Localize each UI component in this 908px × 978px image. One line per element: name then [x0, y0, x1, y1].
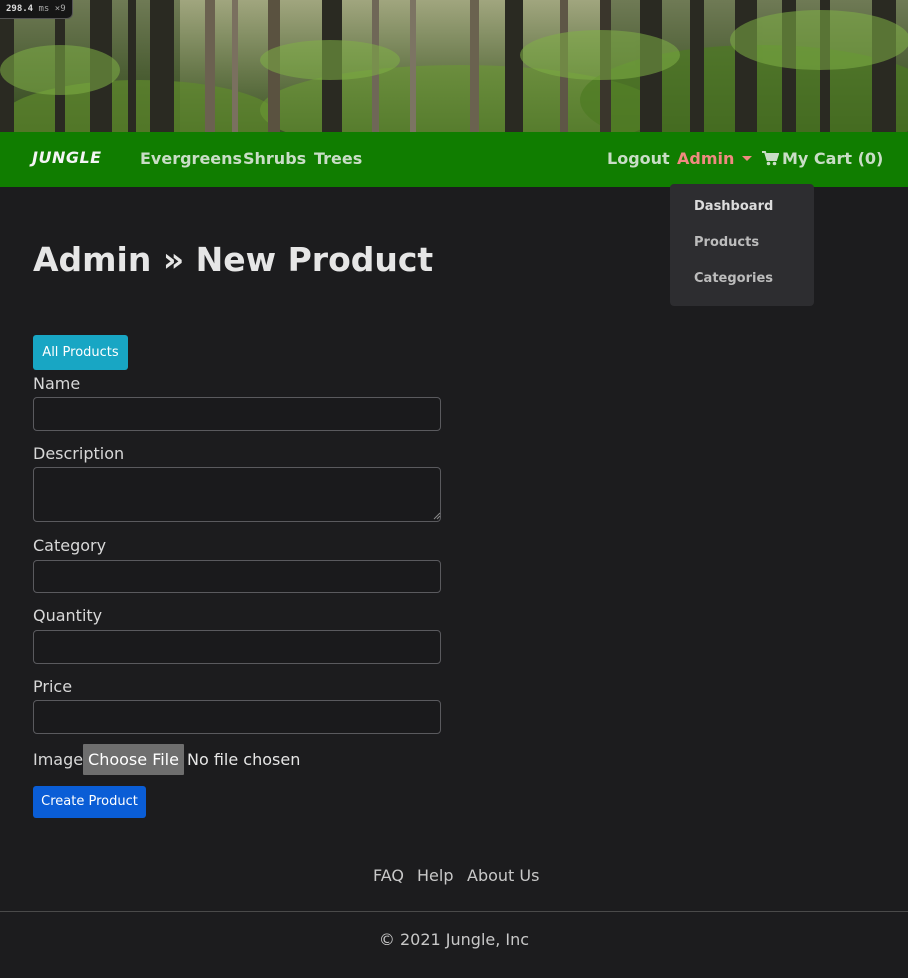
choose-file-button[interactable]: Choose File — [83, 744, 184, 775]
resize-handle-icon[interactable] — [433, 512, 441, 520]
caret-down-icon — [742, 156, 753, 161]
cart-icon — [762, 151, 779, 166]
create-product-button[interactable]: Create Product — [33, 786, 146, 818]
price-label: Price — [33, 677, 73, 696]
nav-link-shrubs[interactable]: Shrubs — [243, 149, 306, 168]
footer-link-faq[interactable]: FAQ — [373, 866, 404, 885]
category-field[interactable] — [33, 560, 441, 593]
admin-dropdown-menu: Dashboard Products Categories — [670, 184, 814, 306]
category-label: Category — [33, 536, 107, 555]
perf-value: 298.4 — [6, 4, 34, 14]
cart-label: My Cart (0) — [782, 149, 884, 168]
name-label: Name — [33, 374, 81, 393]
nav-link-trees[interactable]: Trees — [314, 149, 362, 168]
quantity-label: Quantity — [33, 606, 103, 625]
price-field[interactable] — [33, 700, 441, 734]
navbar: JUNGLE Evergreens Shrubs Trees Logout Ad… — [0, 132, 908, 187]
quantity-field[interactable] — [33, 630, 441, 664]
hero-forest-banner: 298.4 ms ×9 — [0, 0, 908, 132]
admin-dropdown-toggle[interactable]: Admin — [677, 149, 753, 168]
dropdown-item-dashboard[interactable]: Dashboard — [694, 199, 773, 214]
footer-link-help[interactable]: Help — [417, 866, 453, 885]
page-title: Admin » New Product — [33, 240, 434, 279]
nav-link-evergreens[interactable]: Evergreens — [140, 149, 242, 168]
copyright: © 2021 Jungle, Inc — [378, 930, 530, 949]
description-field[interactable] — [33, 467, 441, 522]
dropdown-item-categories[interactable]: Categories — [694, 271, 773, 286]
description-label: Description — [33, 444, 125, 463]
brand-logo[interactable]: JUNGLE — [32, 148, 102, 167]
nav-link-logout[interactable]: Logout — [607, 149, 670, 168]
cart-link[interactable]: My Cart (0) — [762, 149, 883, 168]
perf-badge: 298.4 ms ×9 — [0, 0, 73, 19]
forest-image — [0, 0, 908, 132]
perf-unit: ms ×9 — [38, 4, 66, 14]
file-status: No file chosen — [187, 750, 301, 769]
footer-link-about-us[interactable]: About Us — [467, 866, 539, 885]
admin-label: Admin — [677, 149, 735, 168]
name-field[interactable] — [33, 397, 441, 431]
image-label: Image — [33, 750, 84, 769]
all-products-button[interactable]: All Products — [33, 335, 128, 370]
footer-divider — [0, 911, 908, 912]
dropdown-item-products[interactable]: Products — [694, 235, 759, 250]
